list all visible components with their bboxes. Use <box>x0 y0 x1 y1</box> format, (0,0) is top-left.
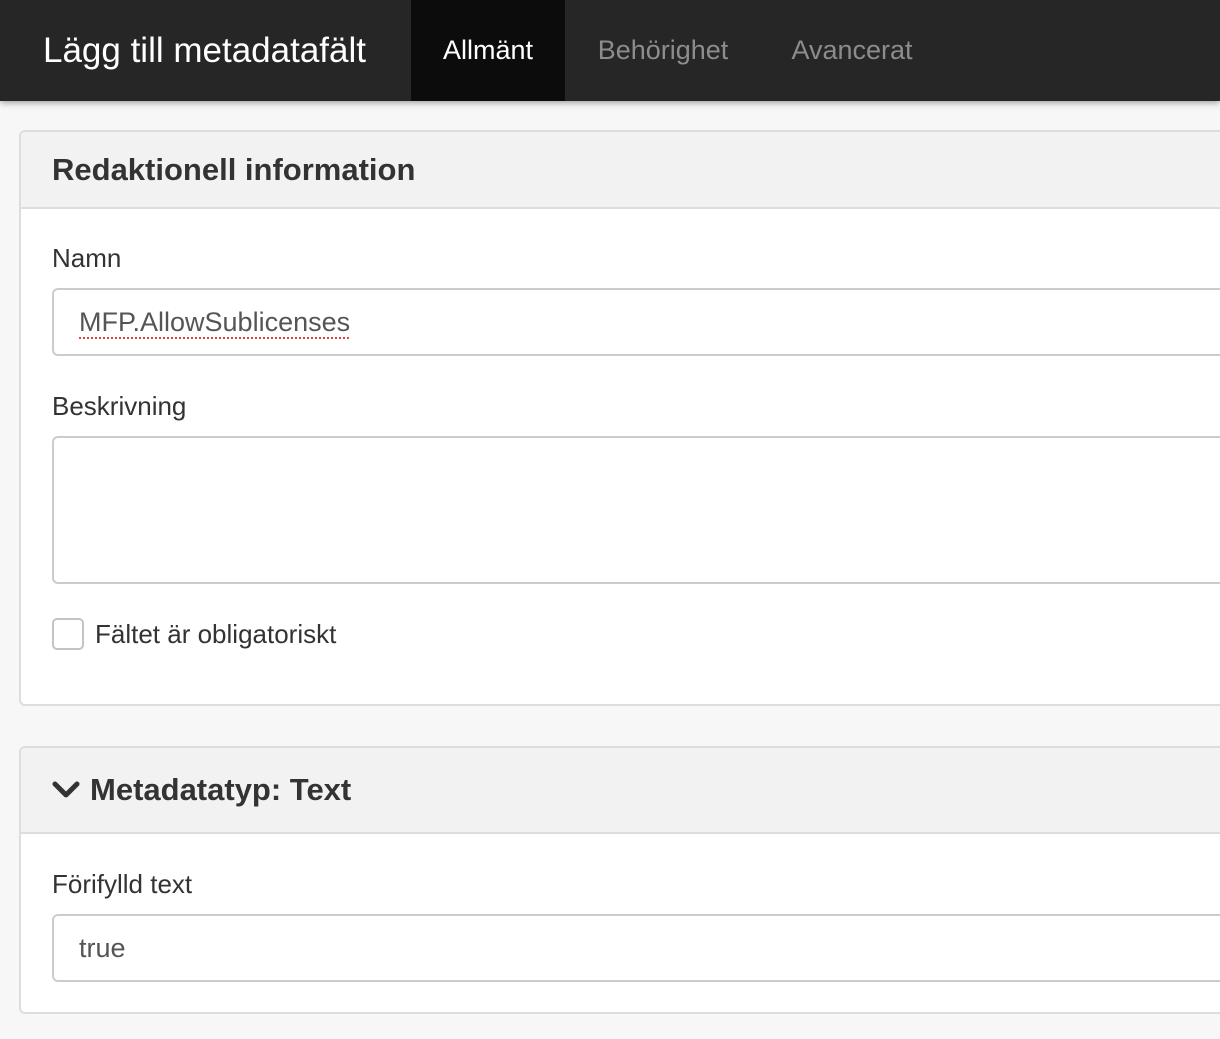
tab-permission[interactable]: Behörighet <box>565 0 761 101</box>
required-field-row[interactable]: Fältet är obligatoriskt <box>52 618 336 650</box>
editorial-info-heading: Redaktionell information <box>21 132 1220 209</box>
required-checkbox-label[interactable]: Fältet är obligatoriskt <box>95 619 336 650</box>
prefilled-text-input[interactable]: true <box>52 914 1220 982</box>
prefilled-text-label: Förifylld text <box>52 869 193 899</box>
required-checkbox[interactable] <box>52 618 84 650</box>
prefilled-text-value: true <box>79 932 126 963</box>
name-label: Namn <box>52 243 122 273</box>
metadata-type-heading-label: Metadatatyp: Text <box>90 772 352 807</box>
name-input-value: MFP.AllowSublicenses <box>79 306 351 337</box>
chevron-down-icon <box>52 781 80 798</box>
metadata-type-panel: Metadatatyp: Text Förifylld text true <box>19 746 1220 1014</box>
page-title: Lägg till metadatafält <box>43 30 366 70</box>
description-label: Beskrivning <box>52 391 187 421</box>
description-textarea[interactable] <box>52 436 1220 584</box>
name-input[interactable]: MFP.AllowSublicenses <box>52 288 1220 356</box>
metadata-type-heading[interactable]: Metadatatyp: Text <box>21 748 1220 834</box>
editorial-info-panel: Redaktionell information Namn MFP.AllowS… <box>19 130 1220 706</box>
tab-general[interactable]: Allmänt <box>411 0 565 101</box>
top-navigation-bar: Lägg till metadatafält Allmänt Behörighe… <box>0 0 1220 101</box>
tab-advanced[interactable]: Avancerat <box>761 0 943 101</box>
